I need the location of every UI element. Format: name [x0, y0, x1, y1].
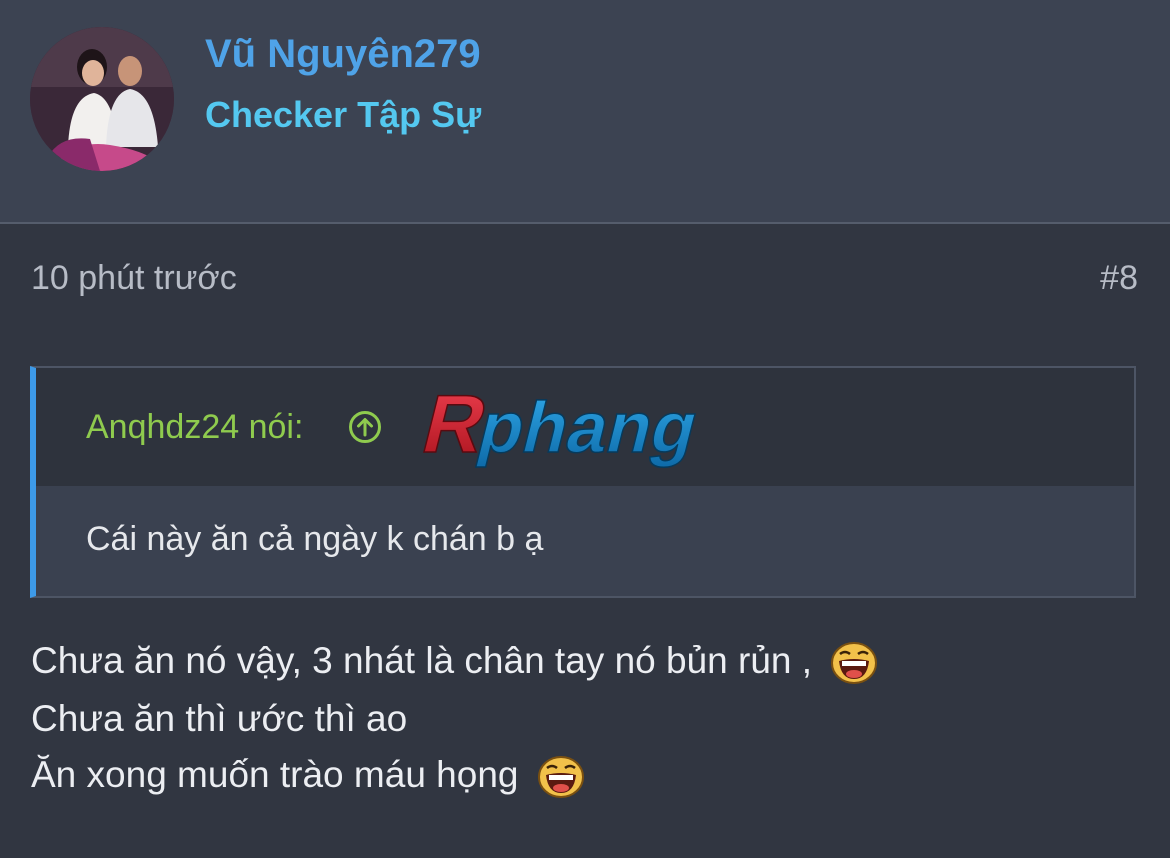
quote-author[interactable]: Anqhdz24 nói: [86, 408, 303, 447]
svg-text:phang: phang [471, 388, 707, 468]
message-line-3: Ăn xong muốn trào máu họng [31, 754, 585, 799]
laughing-emoji-icon [537, 756, 584, 799]
rphang-logo: R phang [413, 382, 707, 470]
quote-text: Cái này ăn cả ngày k chán b ạ [86, 520, 544, 558]
username[interactable]: Vũ Nguyên279 [205, 32, 481, 77]
avatar-photo [30, 27, 174, 171]
user-title: Checker Tập Sự [205, 94, 482, 135]
arrow-up-circle-icon[interactable] [348, 410, 382, 444]
avatar[interactable] [30, 27, 174, 171]
post-timestamp[interactable]: 10 phút trước [31, 259, 237, 298]
quote-block: Anqhdz24 nói: R phang Cái này ăn cả ngày… [30, 366, 1136, 598]
message-line-2: Chưa ăn thì ước thì ao [31, 698, 408, 739]
laughing-emoji-icon [831, 642, 878, 685]
post-number[interactable]: #8 [1100, 259, 1138, 298]
message-line-1-text: Chưa ăn nó vậy, 3 nhát là chân tay nó bủ… [31, 640, 813, 681]
message-line-3-text: Ăn xong muốn trào máu họng [31, 754, 519, 795]
quote-header: Anqhdz24 nói: R phang [36, 368, 1134, 486]
post-header: Vũ Nguyên279 Checker Tập Sự [0, 0, 1170, 224]
message-line-1: Chưa ăn nó vậy, 3 nhát là chân tay nó bủ… [31, 640, 878, 685]
